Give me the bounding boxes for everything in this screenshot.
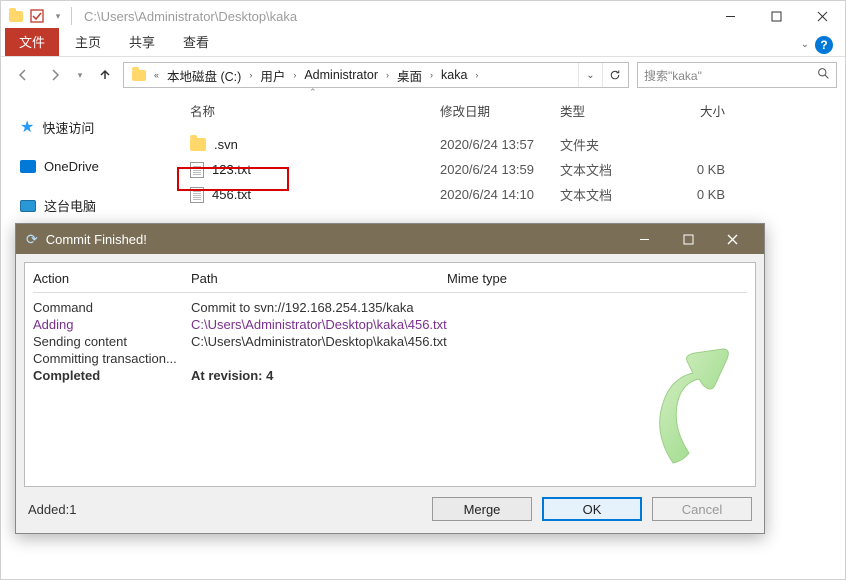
nav-up-button[interactable] — [91, 61, 119, 89]
tab-home[interactable]: 主页 — [61, 28, 115, 56]
dialog-maximize-button[interactable] — [666, 224, 710, 254]
text-file-icon — [190, 187, 204, 203]
breadcrumb-item[interactable]: kaka — [435, 63, 473, 87]
qat-properties-icon[interactable] — [28, 7, 46, 25]
address-dropdown-icon[interactable]: ⌄ — [578, 63, 602, 87]
dialog-column-headers[interactable]: Action Path Mime type — [33, 271, 747, 286]
commit-dialog: ⟳ Commit Finished! Action Path Mime type… — [15, 223, 765, 534]
onedrive-icon — [20, 160, 36, 173]
log-path: At revision: 4 — [191, 368, 471, 383]
search-placeholder: 搜索"kaka" — [644, 67, 702, 84]
log-path: C:\Users\Administrator\Desktop\kaka\456.… — [191, 334, 471, 349]
ribbon-tabs: 文件 主页 共享 查看 — [1, 31, 845, 57]
log-action: Completed — [33, 368, 191, 383]
file-row[interactable]: .svn 2020/6/24 13:57 文件夹 — [172, 132, 844, 157]
file-size: 0 KB — [680, 187, 725, 202]
minimize-button[interactable] — [707, 1, 753, 31]
chevron-right-icon[interactable]: › — [384, 70, 391, 80]
log-action: Committing transaction... — [33, 351, 191, 366]
file-row[interactable]: 123.txt 2020/6/24 13:59 文本文档 0 KB — [172, 157, 844, 182]
file-date: 2020/6/24 13:59 — [440, 162, 560, 177]
tab-share[interactable]: 共享 — [115, 28, 169, 56]
text-file-icon — [190, 162, 204, 178]
chevron-right-icon[interactable]: › — [428, 70, 435, 80]
sidebar-item-onedrive[interactable]: OneDrive — [18, 155, 164, 178]
success-arrow-icon — [633, 333, 733, 473]
dialog-status: Added:1 — [28, 502, 76, 517]
search-icon[interactable] — [817, 67, 830, 83]
file-date: 2020/6/24 13:57 — [440, 137, 560, 152]
log-action: Adding — [33, 317, 191, 332]
qat-dropdown-icon[interactable]: ▾ — [49, 7, 67, 25]
chevron-right-icon: « — [152, 70, 161, 80]
col-path[interactable]: Path — [191, 271, 447, 286]
column-type[interactable]: 类型 — [560, 101, 680, 120]
ribbon-expand-icon[interactable]: ⌄ — [801, 39, 809, 50]
tab-view[interactable]: 查看 — [169, 28, 223, 56]
col-action[interactable]: Action — [33, 271, 191, 286]
chevron-right-icon[interactable]: › — [247, 70, 254, 80]
star-icon: ★ — [20, 117, 34, 137]
file-date: 2020/6/24 14:10 — [440, 187, 560, 202]
file-type: 文本文档 — [560, 185, 680, 204]
breadcrumb-root-icon[interactable] — [126, 63, 152, 87]
file-name: 123.txt — [212, 162, 251, 177]
dialog-minimize-button[interactable] — [622, 224, 666, 254]
title-bar: ▾ C:\Users\Administrator\Desktop\kaka — [1, 1, 845, 31]
nav-forward-button[interactable] — [41, 61, 69, 89]
sidebar-item-label: 这台电脑 — [44, 196, 96, 215]
file-name: .svn — [214, 137, 238, 152]
nav-back-button[interactable] — [9, 61, 37, 89]
log-row[interactable]: CommandCommit to svn://192.168.254.135/k… — [33, 299, 747, 316]
dialog-title-bar[interactable]: ⟳ Commit Finished! — [16, 224, 764, 254]
sidebar-item-quick-access[interactable]: ★ 快速访问 — [18, 113, 164, 141]
breadcrumb-item[interactable]: Administrator — [298, 63, 384, 87]
sidebar-item-label: OneDrive — [44, 159, 99, 174]
column-headers[interactable]: 名称 修改日期 类型 大小 — [172, 95, 844, 122]
column-size[interactable]: 大小 — [680, 101, 725, 120]
log-path: C:\Users\Administrator\Desktop\kaka\456.… — [191, 317, 471, 332]
log-path: Commit to svn://192.168.254.135/kaka — [191, 300, 471, 315]
refresh-icon[interactable] — [602, 63, 626, 87]
sidebar-item-this-pc[interactable]: 这台电脑 — [18, 192, 164, 219]
merge-button[interactable]: Merge — [432, 497, 532, 521]
window-title: C:\Users\Administrator\Desktop\kaka — [84, 9, 297, 24]
address-bar[interactable]: « 本地磁盘 (C:)› 用户› Administrator› 桌面› kaka… — [123, 62, 629, 88]
search-input[interactable]: 搜索"kaka" — [637, 62, 837, 88]
breadcrumb-item[interactable]: 用户 — [254, 63, 291, 87]
nav-history-dropdown[interactable]: ▾ — [73, 61, 87, 89]
file-name: 456.txt — [212, 187, 251, 202]
sidebar-item-label: 快速访问 — [42, 118, 94, 137]
chevron-right-icon[interactable]: › — [473, 70, 480, 80]
breadcrumb-item[interactable]: 本地磁盘 (C:) — [161, 63, 247, 87]
log-row[interactable]: AddingC:\Users\Administrator\Desktop\kak… — [33, 316, 747, 333]
file-size: 0 KB — [680, 162, 725, 177]
dialog-title: Commit Finished! — [46, 232, 147, 247]
log-action: Command — [33, 300, 191, 315]
pc-icon — [20, 200, 36, 212]
ok-button[interactable]: OK — [542, 497, 642, 521]
column-name[interactable]: 名称 — [180, 101, 440, 120]
chevron-right-icon[interactable]: › — [291, 70, 298, 80]
dialog-close-button[interactable] — [710, 224, 754, 254]
file-row[interactable]: 456.txt 2020/6/24 14:10 文本文档 0 KB — [172, 182, 844, 207]
col-mime[interactable]: Mime type — [447, 271, 547, 286]
close-button[interactable] — [799, 1, 845, 31]
folder-icon — [190, 138, 206, 151]
tortoise-icon: ⟳ — [26, 231, 38, 248]
column-date[interactable]: 修改日期 — [440, 101, 560, 120]
help-icon[interactable]: ? — [815, 36, 833, 54]
tab-file[interactable]: 文件 — [5, 28, 59, 56]
breadcrumb-item[interactable]: 桌面 — [391, 63, 428, 87]
maximize-button[interactable] — [753, 1, 799, 31]
dialog-body: Action Path Mime type CommandCommit to s… — [24, 262, 756, 487]
file-type: 文本文档 — [560, 160, 680, 179]
folder-icon — [7, 7, 25, 25]
file-type: 文件夹 — [560, 135, 680, 154]
log-path — [191, 351, 471, 366]
cancel-button: Cancel — [652, 497, 752, 521]
log-action: Sending content — [33, 334, 191, 349]
